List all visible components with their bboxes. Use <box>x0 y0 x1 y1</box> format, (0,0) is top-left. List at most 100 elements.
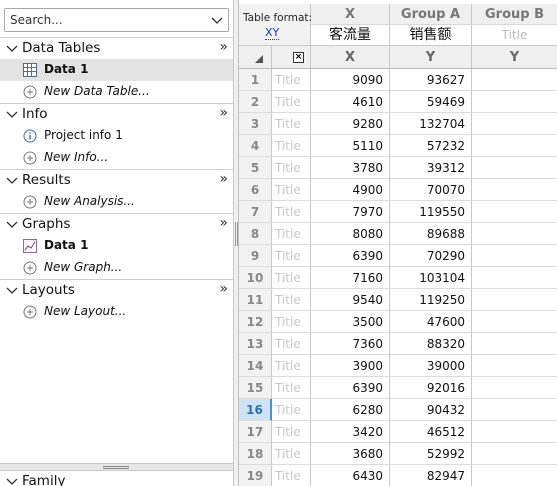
row-title-cell[interactable]: Title <box>272 223 311 245</box>
cell-group-a-value[interactable]: 119250 <box>390 289 472 311</box>
chevron-down-icon[interactable] <box>6 476 18 486</box>
cell-group-b-value[interactable] <box>472 289 557 311</box>
cell-group-a-value[interactable]: 82947 <box>390 465 472 486</box>
row-number[interactable]: 8 <box>239 223 272 245</box>
table-row[interactable]: 12 Title 3500 47600 <box>239 311 557 333</box>
cell-group-a-value[interactable]: 59469 <box>390 91 472 113</box>
section-header-graphs[interactable]: Graphs » <box>0 213 233 235</box>
cell-group-b-value[interactable] <box>472 267 557 289</box>
table-row[interactable]: 6 Title 4900 70070 <box>239 179 557 201</box>
cell-x-value[interactable]: 5110 <box>311 135 390 157</box>
table-format-link[interactable]: XY <box>265 26 280 40</box>
select-all-corner[interactable] <box>239 46 272 69</box>
row-number[interactable]: 4 <box>239 135 272 157</box>
sidebar-item-new-graph[interactable]: New Graph... <box>0 257 233 279</box>
row-number[interactable]: 19 <box>239 465 272 486</box>
table-row[interactable]: 15 Title 6390 92016 <box>239 377 557 399</box>
panel-splitter[interactable] <box>0 463 233 471</box>
table-row[interactable]: 16 Title 6280 90432 <box>239 399 557 421</box>
cell-x-value[interactable]: 6280 <box>311 399 390 421</box>
cell-group-a-value[interactable]: 132704 <box>390 113 472 135</box>
table-row[interactable]: 11 Title 9540 119250 <box>239 289 557 311</box>
cell-group-b-value[interactable] <box>472 421 557 443</box>
sidebar-item-new-analysis[interactable]: New Analysis... <box>0 191 233 213</box>
cell-group-a-value[interactable]: 90432 <box>390 399 472 421</box>
section-header-family[interactable]: Family <box>0 471 233 486</box>
table-row[interactable]: 18 Title 3680 52992 <box>239 443 557 465</box>
grip-icon[interactable] <box>235 222 238 246</box>
row-number[interactable]: 12 <box>239 311 272 333</box>
cell-group-a-value[interactable]: 119550 <box>390 201 472 223</box>
cell-group-a-value[interactable]: 57232 <box>390 135 472 157</box>
row-title-cell[interactable]: Title <box>272 201 311 223</box>
row-title-cell[interactable]: Title <box>272 333 311 355</box>
cell-group-a-value[interactable]: 46512 <box>390 421 472 443</box>
cell-x-value[interactable]: 4900 <box>311 179 390 201</box>
expand-icon[interactable]: » <box>219 171 228 187</box>
cell-x-value[interactable]: 3420 <box>311 421 390 443</box>
cell-x-value[interactable]: 6390 <box>311 245 390 267</box>
row-number[interactable]: 10 <box>239 267 272 289</box>
cell-x-value[interactable]: 6390 <box>311 377 390 399</box>
cell-group-a-value[interactable]: 92016 <box>390 377 472 399</box>
row-title-cell[interactable]: Title <box>272 421 311 443</box>
cell-x-value[interactable]: 7160 <box>311 267 390 289</box>
table-row[interactable]: 8 Title 8080 89688 <box>239 223 557 245</box>
table-row[interactable]: 19 Title 6430 82947 <box>239 465 557 486</box>
chevron-down-icon[interactable] <box>6 175 18 187</box>
chevron-down-icon[interactable] <box>209 11 225 29</box>
cell-group-b-value[interactable] <box>472 355 557 377</box>
sidebar-item-new-layout[interactable]: New Layout... <box>0 301 233 323</box>
cell-group-b-value[interactable] <box>472 311 557 333</box>
chevron-down-icon[interactable] <box>6 43 18 55</box>
expand-icon[interactable]: » <box>219 281 228 297</box>
row-number[interactable]: 9 <box>239 245 272 267</box>
close-icon[interactable]: × <box>293 52 304 63</box>
column-group-a[interactable]: Group A <box>390 4 472 25</box>
row-title-cell[interactable]: Title <box>272 113 311 135</box>
table-format-cell[interactable]: Table format: XY <box>239 4 312 46</box>
cell-group-b-value[interactable] <box>472 399 557 421</box>
cell-x-value[interactable]: 3680 <box>311 443 390 465</box>
cell-group-b-value[interactable] <box>472 245 557 267</box>
row-title-cell[interactable]: Title <box>272 91 311 113</box>
row-title-cell[interactable]: Title <box>272 377 311 399</box>
row-number[interactable]: 5 <box>239 157 272 179</box>
row-title-cell[interactable]: Title <box>272 157 311 179</box>
row-number[interactable]: 17 <box>239 421 272 443</box>
cell-x-value[interactable]: 6430 <box>311 465 390 486</box>
cell-x-value[interactable]: 9280 <box>311 113 390 135</box>
row-number[interactable]: 1 <box>239 69 272 91</box>
row-number[interactable]: 15 <box>239 377 272 399</box>
search-box[interactable] <box>4 8 229 32</box>
chevron-down-icon[interactable] <box>6 109 18 121</box>
cell-x-value[interactable]: 7970 <box>311 201 390 223</box>
table-row[interactable]: 4 Title 5110 57232 <box>239 135 557 157</box>
cell-x-value[interactable]: 4610 <box>311 91 390 113</box>
cell-group-a-value[interactable]: 39312 <box>390 157 472 179</box>
cell-group-b-value[interactable] <box>472 465 557 486</box>
section-header-results[interactable]: Results » <box>0 169 233 191</box>
cell-x-value[interactable]: 3780 <box>311 157 390 179</box>
table-row[interactable]: 17 Title 3420 46512 <box>239 421 557 443</box>
cell-group-b-value[interactable] <box>472 69 557 91</box>
cell-group-b-value[interactable] <box>472 91 557 113</box>
chevron-down-icon[interactable] <box>6 285 18 297</box>
cell-group-b-value[interactable] <box>472 223 557 245</box>
cell-group-a-value[interactable]: 52992 <box>390 443 472 465</box>
cell-group-a-value[interactable]: 70290 <box>390 245 472 267</box>
row-title-cell[interactable]: Title <box>272 179 311 201</box>
cell-group-b-value[interactable] <box>472 201 557 223</box>
column-group-x[interactable]: X <box>311 4 390 25</box>
expand-icon[interactable]: » <box>219 105 228 121</box>
cell-group-a-value[interactable]: 70070 <box>390 179 472 201</box>
cell-x-value[interactable]: 3500 <box>311 311 390 333</box>
table-row[interactable]: 7 Title 7970 119550 <box>239 201 557 223</box>
table-row[interactable]: 13 Title 7360 88320 <box>239 333 557 355</box>
cell-group-a-value[interactable]: 47600 <box>390 311 472 333</box>
grip-icon[interactable] <box>103 466 129 469</box>
row-title-cell[interactable]: Title <box>272 311 311 333</box>
row-number[interactable]: 13 <box>239 333 272 355</box>
row-title-cell[interactable]: Title <box>272 245 311 267</box>
row-number[interactable]: 18 <box>239 443 272 465</box>
